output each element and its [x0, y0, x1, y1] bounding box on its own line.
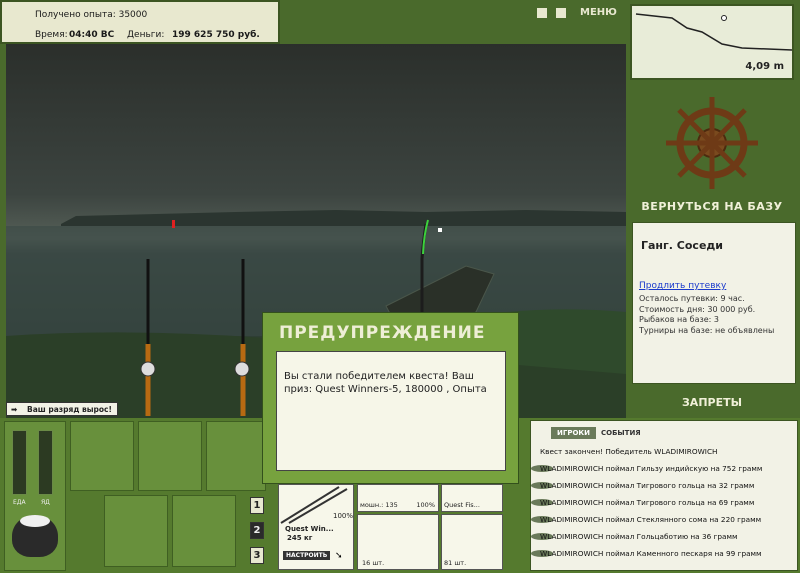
reel-label: мошн.: 135 [360, 501, 398, 509]
rod-durability: 100% [333, 512, 354, 520]
tools-icon[interactable] [206, 421, 266, 491]
depth-panel: 4,09 m [630, 4, 794, 80]
rank-notification[interactable]: ➡ Ваш разряд вырос! [6, 402, 118, 416]
list-item: WLADIMIROWICH поймал Гильзу индийскую на… [531, 460, 797, 477]
list-item: WLADIMIROWICH поймал Тигрового гольца на… [531, 494, 797, 511]
anglers-count: Рыбаков на базе: 3 [639, 315, 719, 324]
level-button-2[interactable]: 2 [250, 522, 264, 539]
pause-icon[interactable] [537, 8, 547, 18]
list-item: Квест закончен! Победитель WLADIMIROWICH [540, 447, 718, 456]
player-info-panel: Получено опыта: 35000 Время: 04:40 ВС Де… [0, 0, 280, 44]
food-basket-icon[interactable] [104, 495, 168, 567]
base-name: Ганг. Соседи [641, 239, 723, 252]
hook-slot[interactable]: 16 шт. [357, 514, 439, 570]
setup-button[interactable]: НАСТРОИТЬ [283, 551, 331, 560]
list-item: WLADIMIROWICH поймал Тигрового гольца на… [531, 477, 797, 494]
reel-durability: 100% [416, 501, 435, 509]
rod-weight: 245 кг [287, 534, 313, 542]
hook-count: 16 шт. [362, 559, 385, 567]
tab-events[interactable]: СОБЫТИЯ [599, 427, 643, 439]
list-item: WLADIMIROWICH поймал Каменного пескаря н… [531, 545, 797, 562]
food-meter [12, 430, 27, 495]
experience-text: Получено опыта: 35000 [35, 10, 148, 20]
level-button-1[interactable]: 1 [250, 497, 264, 514]
line-label: Quest Fis... [444, 501, 480, 509]
rod-name: Quest Win... [285, 525, 334, 533]
poison-meter [38, 430, 53, 495]
arrow-right-icon: ➡ [11, 405, 18, 414]
bait-slot[interactable]: 81 шт. [441, 514, 503, 570]
bait-count: 81 шт. [444, 559, 467, 567]
tournaments-info: Турниры на базе: не объявлены [639, 326, 775, 335]
money-label: Деньги: [127, 30, 165, 40]
time-value: 04:40 ВС [69, 30, 115, 40]
list-item: WLADIMIROWICH поймал Гольцаботию на 36 г… [531, 528, 797, 545]
reel-slot[interactable]: мошн.: 135 100% [357, 484, 439, 512]
rod-slot[interactable]: Quest Win... 245 кг НАСТРОИТЬ ➘ [278, 484, 354, 570]
money-value: 199 625 750 руб. [172, 30, 260, 40]
bucket-icon[interactable] [172, 495, 236, 567]
events-panel: ИГРОКИ СОБЫТИЯ Квест закончен! Победител… [530, 420, 798, 571]
rank-text: Ваш разряд вырос! [27, 405, 112, 414]
list-item: WLADIMIROWICH поймал Стеклянного сома на… [531, 511, 797, 528]
line-slot[interactable]: Quest Fis... [441, 484, 503, 512]
dialog-title: ПРЕДУПРЕЖДЕНИЕ [279, 323, 486, 343]
warning-dialog[interactable]: ПРЕДУПРЕЖДЕНИЕ Вы стали победителем квес… [262, 312, 519, 484]
ship-wheel-icon[interactable] [630, 88, 794, 216]
arrow-icon: ➘ [335, 551, 343, 561]
sound-icon[interactable] [556, 8, 566, 18]
dialog-message: Вы стали победителем квеста! Ваш приз: Q… [276, 351, 506, 471]
poison-label: ЯД [41, 499, 50, 506]
tackle-bag-icon[interactable] [70, 421, 134, 491]
cauldron-content-icon [20, 515, 50, 527]
return-to-base-button[interactable]: ВЕРНУТЬСЯ НА БАЗУ [630, 200, 794, 213]
bans-button[interactable]: ЗАПРЕТЫ [630, 396, 794, 409]
extend-permit-link[interactable]: Продлить путевку [639, 281, 726, 291]
permit-remaining: Осталось путевки: 9 час. [639, 294, 745, 303]
time-label: Время: [35, 30, 68, 40]
menu-button[interactable]: МЕНЮ [580, 7, 617, 18]
level-button-3[interactable]: 3 [250, 547, 264, 564]
day-cost: Стоимость дня: 30 000 руб. [639, 305, 756, 314]
depth-value: 4,09 m [745, 61, 784, 72]
tab-players[interactable]: ИГРОКИ [551, 427, 596, 439]
bait-bag-icon[interactable] [138, 421, 202, 491]
food-label: ЕДА [13, 499, 26, 506]
base-info-panel: Ганг. Соседи Продлить путевку Осталось п… [632, 222, 796, 384]
